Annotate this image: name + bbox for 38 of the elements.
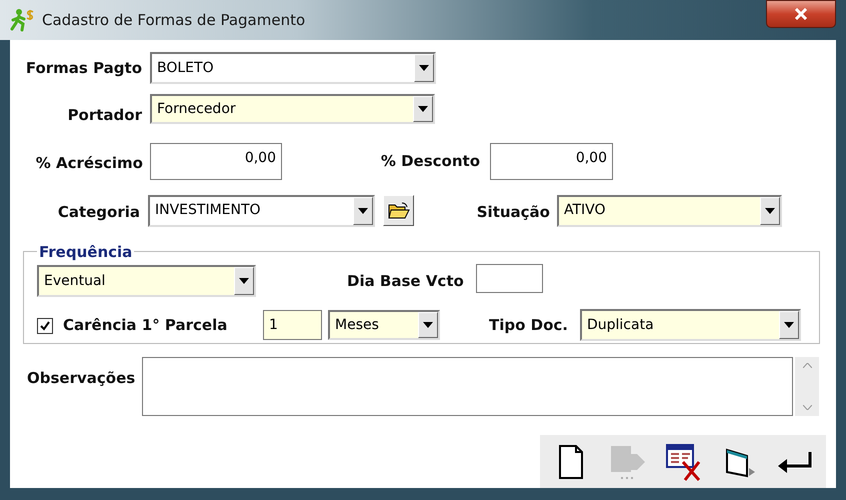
text-area[interactable] <box>142 356 793 416</box>
caret-icon <box>419 65 429 71</box>
dropdown[interactable]: Meses <box>328 310 440 340</box>
input-field[interactable]: 1 <box>263 310 322 340</box>
input-field[interactable] <box>476 264 543 292</box>
field-label: Portador <box>66 105 142 126</box>
caret-icon <box>418 106 428 112</box>
field-label: Tipo Doc. <box>489 314 568 336</box>
close-icon <box>794 8 808 20</box>
folder-icon <box>388 202 410 220</box>
group-title: Frequência <box>38 242 134 262</box>
input-field[interactable]: 0,00 <box>490 142 613 180</box>
field-label: Categoria <box>56 202 140 224</box>
close-button[interactable] <box>766 0 836 28</box>
window-title: Cadastro de Formas de Pagamento <box>42 10 306 31</box>
field-label: Situação <box>476 202 550 224</box>
field-label: Observações <box>27 368 136 388</box>
dropdown[interactable]: BOLETO <box>150 52 436 84</box>
caret-icon <box>239 278 249 284</box>
caret-icon <box>423 322 433 328</box>
checkbox[interactable] <box>37 318 53 334</box>
check-icon <box>39 320 51 332</box>
runner-icon <box>10 8 36 32</box>
dropdown[interactable]: Eventual <box>37 265 256 297</box>
caret-icon <box>765 208 775 214</box>
dropdown[interactable]: Fornecedor <box>150 94 435 124</box>
field-label: Dia Base Vcto <box>347 270 464 292</box>
field-label: % Desconto <box>380 150 480 172</box>
input-field[interactable]: 0,00 <box>150 142 282 180</box>
field-label: Carência 1° Parcela <box>63 314 228 336</box>
field-label: % Acréscimo <box>34 152 143 174</box>
dropdown[interactable]: ATIVO <box>557 194 782 226</box>
caret-icon <box>358 208 368 214</box>
field-label: Formas Pagto <box>24 58 142 79</box>
folder-button[interactable] <box>383 195 414 226</box>
dropdown[interactable]: INVESTIMENTO <box>148 194 375 226</box>
caret-icon <box>784 322 794 328</box>
dropdown[interactable]: Duplicata <box>580 309 801 341</box>
